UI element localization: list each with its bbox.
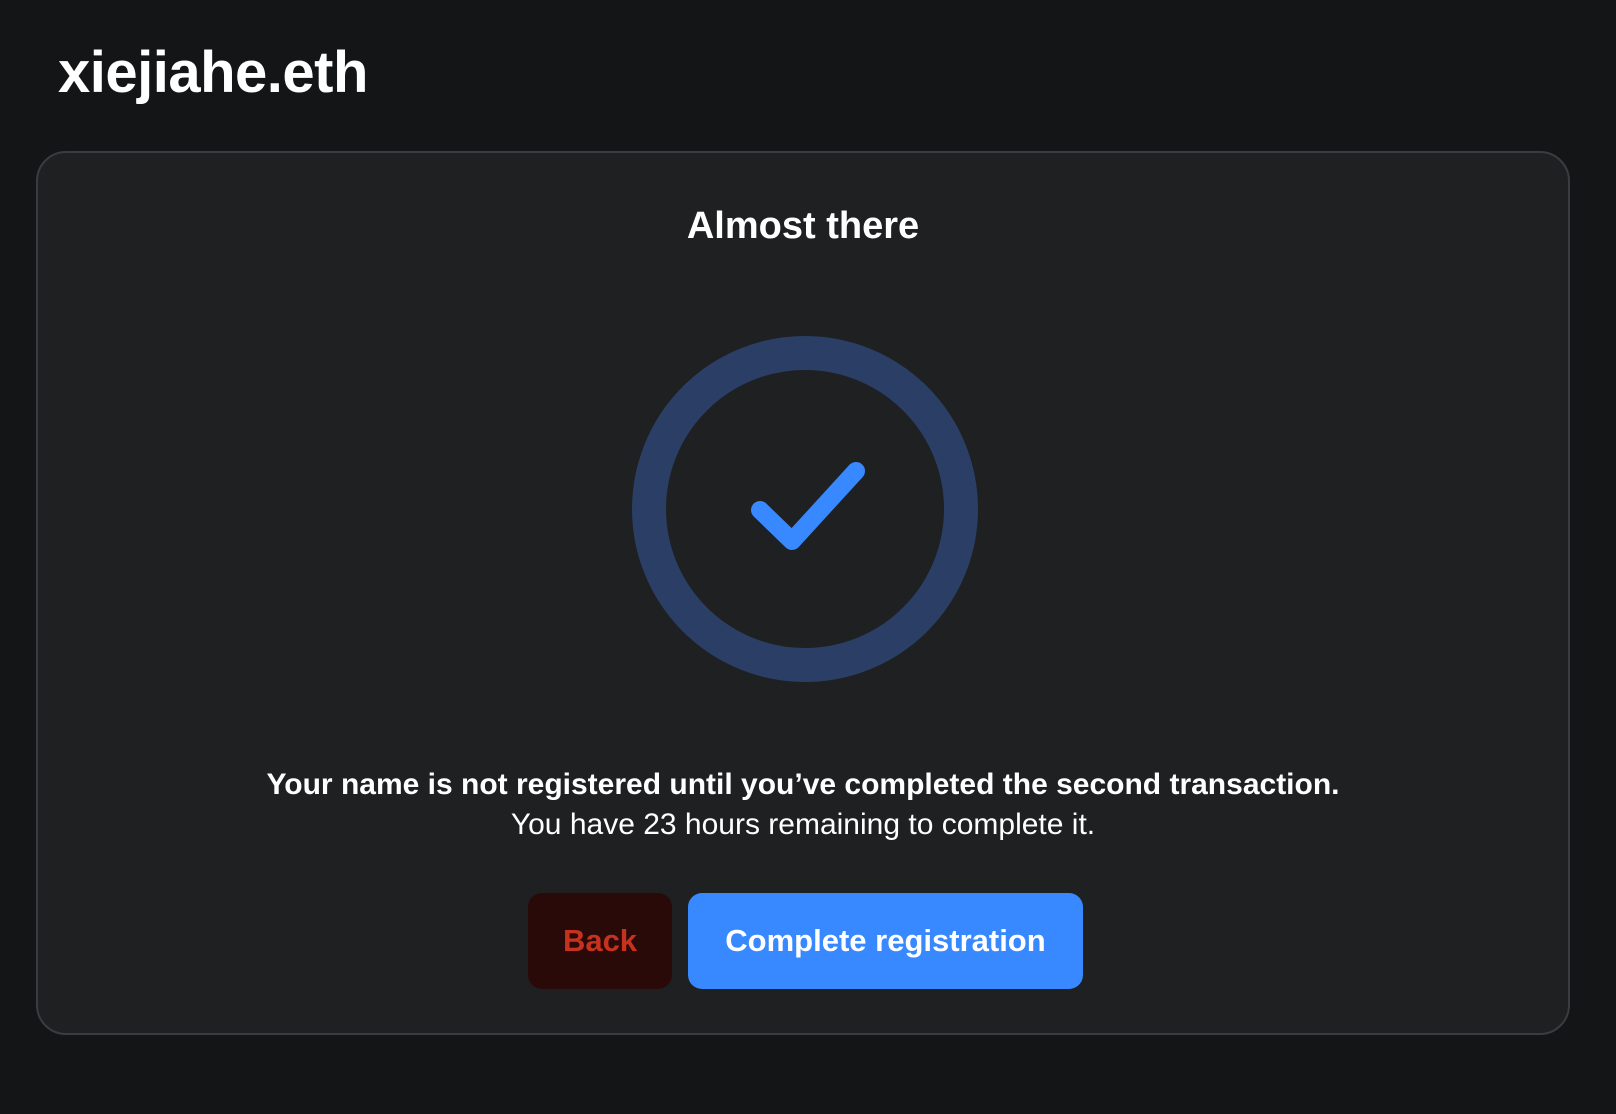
checkmark [751,462,865,550]
message-warning: Your name is not registered until you’ve… [266,768,1340,801]
action-buttons: Back Complete registration [528,893,1083,989]
message-time-remaining: You have 23 hours remaining to complete … [510,808,1096,841]
page-title: xiejiahe.eth [58,40,368,105]
registration-message: Your name is not registered until you’ve… [38,765,1568,845]
complete-registration-button[interactable]: Complete registration [688,893,1083,989]
registration-card: Almost there Your name is not registered… [36,151,1570,1035]
back-button[interactable]: Back [528,893,672,989]
progress-ring [632,336,978,682]
check-circle-icon [632,336,978,682]
card-title: Almost there [686,205,920,247]
